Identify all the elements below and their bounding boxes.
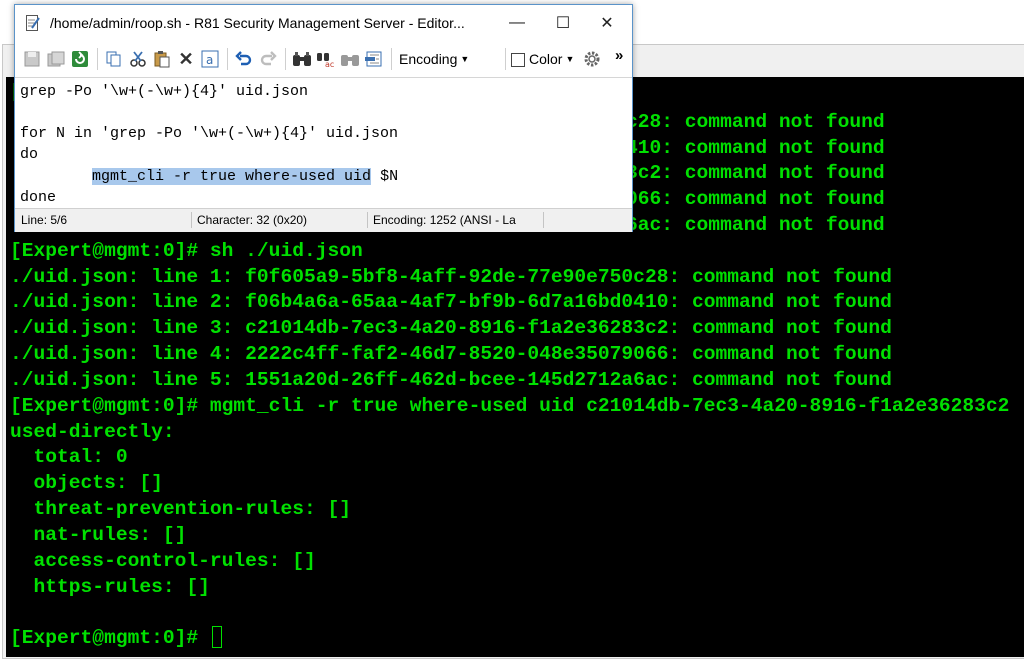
terminal-line: ./uid.json: line 5: 1551a20d-26ff-462d-b… bbox=[10, 369, 892, 391]
reload-icon[interactable] bbox=[70, 49, 90, 69]
terminal-line: https-rules: [] bbox=[10, 576, 210, 598]
terminal-prompt: [Expert@mgmt:0]# bbox=[10, 627, 210, 649]
minimize-button[interactable]: — bbox=[494, 5, 540, 41]
terminal-line-hidden-1: c28: command not found bbox=[626, 111, 885, 133]
toolbar: ✕ a ac Encoding ▼ Color ▼ » bbox=[15, 41, 632, 78]
maximize-button[interactable]: ☐ bbox=[540, 5, 586, 41]
toolbar-separator bbox=[97, 48, 98, 70]
chevron-down-icon: ▼ bbox=[460, 54, 470, 64]
terminal-line: access-control-rules: [] bbox=[10, 550, 316, 572]
terminal-line: ./uid.json: line 3: c21014db-7ec3-4a20-8… bbox=[10, 317, 892, 339]
notepad-pencil-icon bbox=[26, 15, 40, 31]
close-button[interactable]: ✕ bbox=[584, 5, 630, 41]
terminal-line: objects: [] bbox=[10, 472, 163, 494]
code-variable: $N bbox=[371, 168, 399, 185]
terminal-line: used-directly: bbox=[10, 421, 175, 443]
svg-text:a: a bbox=[206, 53, 213, 67]
color-checkbox[interactable] bbox=[511, 53, 525, 67]
terminal-line: nat-rules: [] bbox=[10, 524, 187, 546]
find-icon[interactable] bbox=[292, 49, 312, 69]
redo-icon[interactable] bbox=[258, 49, 278, 69]
selected-text: mgmt_cli -r true where-used uid bbox=[92, 168, 372, 185]
chevron-down-icon: ▼ bbox=[565, 54, 575, 64]
terminal-line-hidden-2: 410: command not found bbox=[626, 137, 885, 159]
terminal-prompt-line[interactable]: [Expert@mgmt:0]# bbox=[10, 625, 222, 651]
find-next-icon[interactable] bbox=[340, 49, 360, 69]
code-line-selected: mgmt_cli -r true where-used uid $N bbox=[20, 166, 398, 187]
encoding-label: Encoding bbox=[399, 51, 458, 67]
encoding-dropdown[interactable]: Encoding ▼ bbox=[399, 51, 469, 67]
code-line: for N in 'grep -Po '\w+(-\w+){4}' uid.js… bbox=[20, 125, 399, 142]
copy-icon[interactable] bbox=[104, 49, 124, 69]
save-all-icon[interactable] bbox=[46, 49, 66, 69]
status-line: Line: 5/6 bbox=[17, 212, 192, 228]
toolbar-separator bbox=[391, 48, 392, 70]
toolbar-separator bbox=[505, 48, 506, 70]
color-dropdown[interactable]: Color ▼ bbox=[529, 51, 574, 67]
toolbar-separator bbox=[227, 48, 228, 70]
text-cursor bbox=[211, 626, 222, 648]
code-line: do bbox=[20, 146, 39, 163]
color-label: Color bbox=[529, 51, 563, 67]
status-character: Character: 32 (0x20) bbox=[193, 212, 368, 228]
code-line: done bbox=[20, 189, 57, 206]
cut-icon[interactable] bbox=[128, 49, 148, 69]
editor-text-area[interactable]: grep -Po '\w+(-\w+){4}' uid.json for N i… bbox=[16, 78, 631, 208]
replace-icon[interactable]: ac bbox=[316, 49, 336, 69]
save-icon[interactable] bbox=[22, 49, 42, 69]
undo-icon[interactable] bbox=[234, 49, 254, 69]
toolbar-separator bbox=[285, 48, 286, 70]
terminal-line: ./uid.json: line 1: f0f605a9-5bf8-4aff-9… bbox=[10, 266, 892, 288]
code-line: grep -Po '\w+(-\w+){4}' uid.json bbox=[20, 83, 309, 100]
status-encoding: Encoding: 1252 (ANSI - La bbox=[369, 212, 544, 228]
title-bar[interactable]: /home/admin/roop.sh - R81 Security Manag… bbox=[15, 5, 632, 41]
svg-text:ac: ac bbox=[325, 60, 334, 68]
terminal-line: [Expert@mgmt:0]# sh ./uid.json bbox=[10, 240, 363, 262]
window-title: /home/admin/roop.sh - R81 Security Manag… bbox=[50, 15, 465, 31]
terminal-line-hidden-3: 3c2: command not found bbox=[626, 162, 885, 184]
editor-window: /home/admin/roop.sh - R81 Security Manag… bbox=[14, 4, 633, 232]
terminal-line: threat-prevention-rules: [] bbox=[10, 498, 351, 520]
terminal-line: ./uid.json: line 4: 2222c4ff-faf2-46d7-8… bbox=[10, 343, 892, 365]
paste-icon[interactable] bbox=[152, 49, 172, 69]
status-bar: Line: 5/6 Character: 32 (0x20) Encoding:… bbox=[15, 208, 632, 232]
terminal-line: total: 0 bbox=[10, 446, 128, 468]
terminal-line-hidden-4: 066: command not found bbox=[626, 188, 885, 210]
terminal-line: [Expert@mgmt:0]# mgmt_cli -r true where-… bbox=[10, 395, 1010, 417]
goto-icon[interactable] bbox=[364, 49, 384, 69]
terminal-line: ./uid.json: line 2: f06b4a6a-65aa-4af7-b… bbox=[10, 291, 892, 313]
toolbar-overflow-button[interactable]: » bbox=[615, 47, 623, 64]
select-all-icon[interactable]: a bbox=[200, 49, 220, 69]
gear-icon[interactable] bbox=[582, 49, 602, 69]
terminal-line-hidden-5: 6ac: command not found bbox=[626, 214, 885, 236]
delete-icon[interactable]: ✕ bbox=[176, 49, 196, 69]
